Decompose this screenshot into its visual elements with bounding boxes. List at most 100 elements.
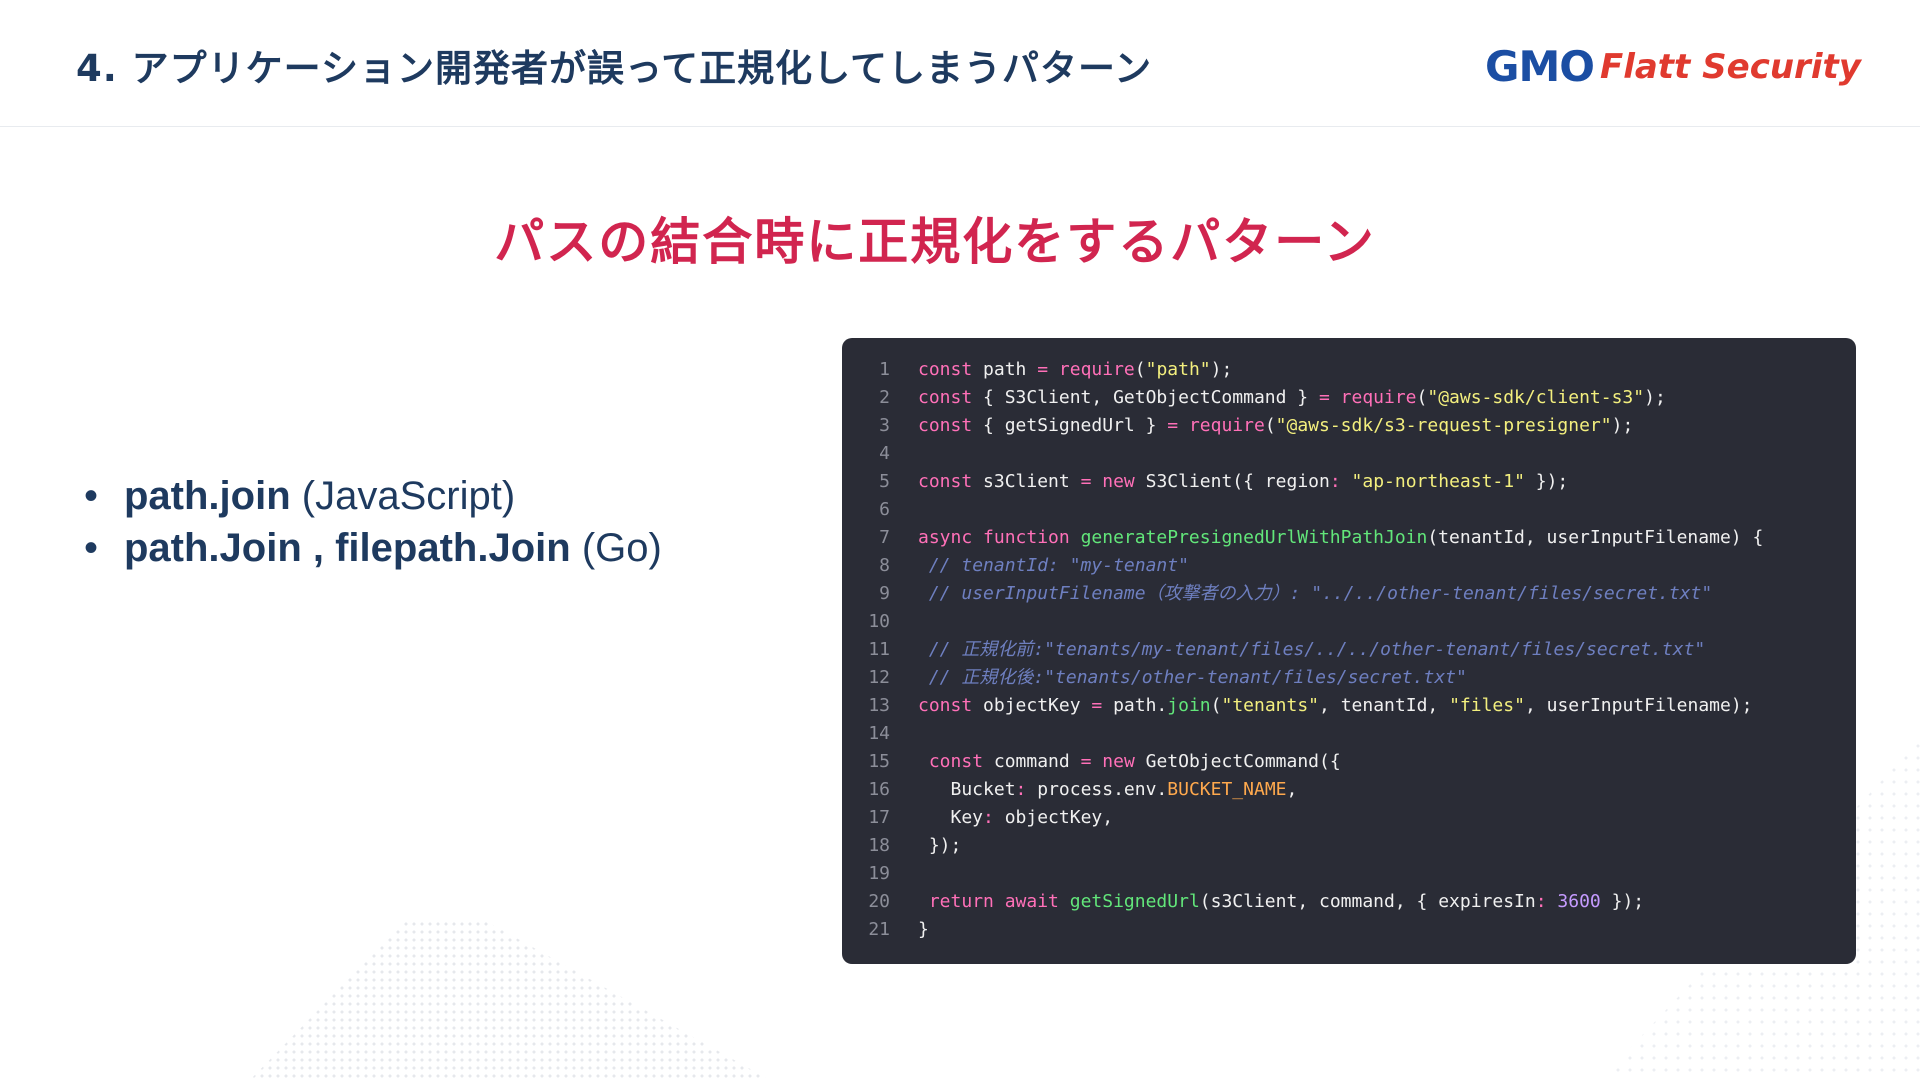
- code-token: ,: [1286, 779, 1298, 800]
- code-line: 18 });: [842, 832, 1856, 860]
- code-token: const: [918, 387, 973, 408]
- line-number: 12: [868, 667, 890, 688]
- code-line: 21}: [842, 916, 1856, 944]
- line-number: 18: [868, 835, 890, 856]
- line-number: 3: [879, 415, 890, 436]
- code-token: { S3Client, GetObjectCommand }: [972, 387, 1319, 408]
- code-token: objectKey: [972, 695, 1092, 716]
- code-token: join: [1167, 695, 1211, 716]
- code-token: });: [918, 835, 962, 856]
- code-token: const: [918, 415, 973, 436]
- code-token: path.: [1102, 695, 1168, 716]
- code-token: =: [1080, 471, 1092, 492]
- code-line: 7 async function generatePresignedUrlWith…: [842, 524, 1856, 552]
- code-token: const: [918, 359, 973, 380]
- bullet-paren-text: (JavaScript): [301, 474, 516, 518]
- code-token: "path": [1145, 359, 1211, 380]
- code-token: "@aws-sdk/client-s3": [1427, 387, 1645, 408]
- code-token: path: [972, 359, 1038, 380]
- code-token: GetObjectCommand({: [1134, 751, 1341, 772]
- line-number: 2: [879, 387, 890, 408]
- code-token: // userInputFilename（攻撃者の入力）: "../../oth…: [928, 583, 1713, 604]
- code-line: 6: [842, 496, 1856, 524]
- code-line: 3 const { getSignedUrl } = require("@aws-…: [842, 412, 1856, 440]
- code-token: require: [1188, 415, 1265, 436]
- line-number: 14: [868, 723, 890, 744]
- line-number: 9: [879, 583, 890, 604]
- code-token: 3600: [1557, 891, 1601, 912]
- code-token: objectKey,: [993, 807, 1114, 828]
- line-number: 13: [868, 695, 890, 716]
- code-line: 20 return await getSignedUrl(s3Client, c…: [842, 888, 1856, 916]
- code-token: return await: [928, 891, 1059, 912]
- code-token: );: [1644, 387, 1666, 408]
- code-token: "ap-northeast-1": [1351, 471, 1525, 492]
- code-token: =: [1080, 751, 1092, 772]
- bullet-item: • path.join (JavaScript): [84, 470, 662, 522]
- code-token: async function: [918, 527, 1070, 548]
- section-title: 4. アプリケーション開発者が誤って正規化してしまうパターン: [76, 47, 1153, 90]
- line-number: 1: [879, 359, 890, 380]
- code-token: =: [1318, 387, 1330, 408]
- code-token: command: [983, 751, 1081, 772]
- code-line: 4: [842, 440, 1856, 468]
- code-token: require: [1058, 359, 1135, 380]
- line-number: 15: [868, 751, 890, 772]
- line-number: 11: [868, 639, 890, 660]
- code-token: // 正規化後:"tenants/other-tenant/files/secr…: [928, 667, 1467, 688]
- code-line: 16 Bucket: process.env.BUCKET_NAME,: [842, 776, 1856, 804]
- line-number: 5: [879, 471, 890, 492]
- line-number: 4: [879, 443, 890, 464]
- code-block: 1 const path = require("path"); 2 const { S…: [842, 338, 1856, 964]
- line-number: 8: [879, 555, 890, 576]
- code-token: (tenantId, userInputFilename) {: [1427, 527, 1764, 548]
- code-token: S3Client({ region: [1134, 471, 1330, 492]
- code-token: { getSignedUrl }: [972, 415, 1168, 436]
- code-line: 2 const { S3Client, GetObjectCommand } = …: [842, 384, 1856, 412]
- code-line: 1 const path = require("path");: [842, 356, 1856, 384]
- code-token: (: [1264, 415, 1276, 436]
- code-token: const: [928, 751, 984, 772]
- code-token: s3Client: [972, 471, 1081, 492]
- code-line: 12 // 正規化後:"tenants/other-tenant/files/s…: [842, 664, 1856, 692]
- bullet-dot-icon: •: [84, 474, 99, 518]
- logo-gmo-text: GMO: [1485, 42, 1595, 91]
- code-line: 8 // tenantId: "my-tenant": [842, 552, 1856, 580]
- line-number: 17: [868, 807, 890, 828]
- code-token: // tenantId: "my-tenant": [928, 555, 1189, 576]
- code-line: 15 const command = new GetObjectCommand(…: [842, 748, 1856, 776]
- bullet-dot-icon: •: [84, 526, 99, 570]
- line-number: 20: [868, 891, 890, 912]
- code-token: , tenantId,: [1319, 695, 1450, 716]
- code-token: BUCKET_NAME: [1167, 779, 1287, 800]
- line-number: 7: [879, 527, 890, 548]
- code-token: }: [918, 919, 929, 940]
- code-token: "files": [1449, 695, 1525, 716]
- code-line: 17 Key: objectKey,: [842, 804, 1856, 832]
- code-line: 19: [842, 860, 1856, 888]
- code-token: :: [983, 807, 994, 828]
- bullet-item: • path.Join , filepath.Join (Go): [84, 522, 662, 574]
- bullet-list: • path.join (JavaScript) • path.Join , fil…: [84, 470, 662, 574]
- code-token: generatePresignedUrlWithPathJoin: [1080, 527, 1428, 548]
- code-token: "tenants": [1221, 695, 1320, 716]
- decorative-dot-pattern-left: [250, 920, 770, 1080]
- code-token: (: [1134, 359, 1146, 380]
- slide-title: パスの結合時に正規化をするパターン: [494, 213, 1376, 271]
- code-token: new: [1102, 471, 1135, 492]
- code-token: Bucket: [918, 779, 1016, 800]
- gmo-flatt-security-logo: GMO Flatt Security: [1485, 42, 1861, 92]
- line-number: 6: [879, 499, 890, 520]
- logo-flatt-text: Flatt Security: [1599, 46, 1861, 87]
- code-token: =: [1037, 359, 1049, 380]
